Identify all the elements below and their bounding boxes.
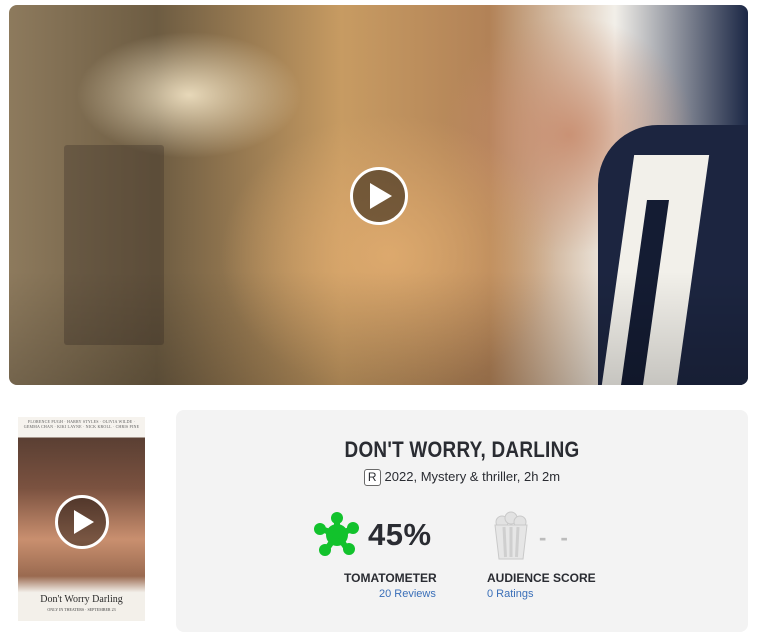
popcorn-empty-icon bbox=[494, 511, 528, 560]
poster-cast-names: FLORENCE PUGH · HARRY STYLES · OLIVIA WI… bbox=[23, 419, 140, 429]
rotten-splat-icon bbox=[314, 512, 359, 556]
trailer-hero[interactable] bbox=[9, 5, 748, 385]
trailer-play-button[interactable] bbox=[350, 167, 408, 225]
reviews-link[interactable]: 20 Reviews bbox=[379, 588, 436, 600]
poster-title: Don't Worry Darling bbox=[40, 594, 123, 605]
score-panel: DON'T WORRY, DARLING R 2022, Mystery & th… bbox=[176, 410, 748, 632]
movie-title: DON'T WORRY, DARLING bbox=[344, 437, 580, 462]
play-icon bbox=[74, 510, 94, 534]
movie-page: FLORENCE PUGH · HARRY STYLES · OLIVIA WI… bbox=[0, 0, 757, 643]
movie-poster[interactable]: FLORENCE PUGH · HARRY STYLES · OLIVIA WI… bbox=[18, 417, 145, 621]
ratings-link[interactable]: 0 Ratings bbox=[487, 588, 533, 600]
audience-score-label: AUDIENCE SCORE bbox=[487, 571, 596, 585]
rating-badge: R bbox=[363, 469, 381, 486]
tomatometer-score: 45% bbox=[368, 517, 432, 552]
poster-release-line: ONLY IN THEATERS · SEPTEMBER 23 bbox=[47, 607, 116, 612]
tomatometer-label: TOMATOMETER bbox=[344, 571, 437, 585]
audience-score: - - bbox=[539, 525, 572, 550]
movie-info-text: 2022, Mystery & thriller, 2h 2m bbox=[384, 469, 561, 484]
poster-play-button[interactable] bbox=[55, 495, 109, 549]
movie-info: R 2022, Mystery & thriller, 2h 2m bbox=[176, 469, 748, 486]
play-icon bbox=[370, 183, 392, 209]
